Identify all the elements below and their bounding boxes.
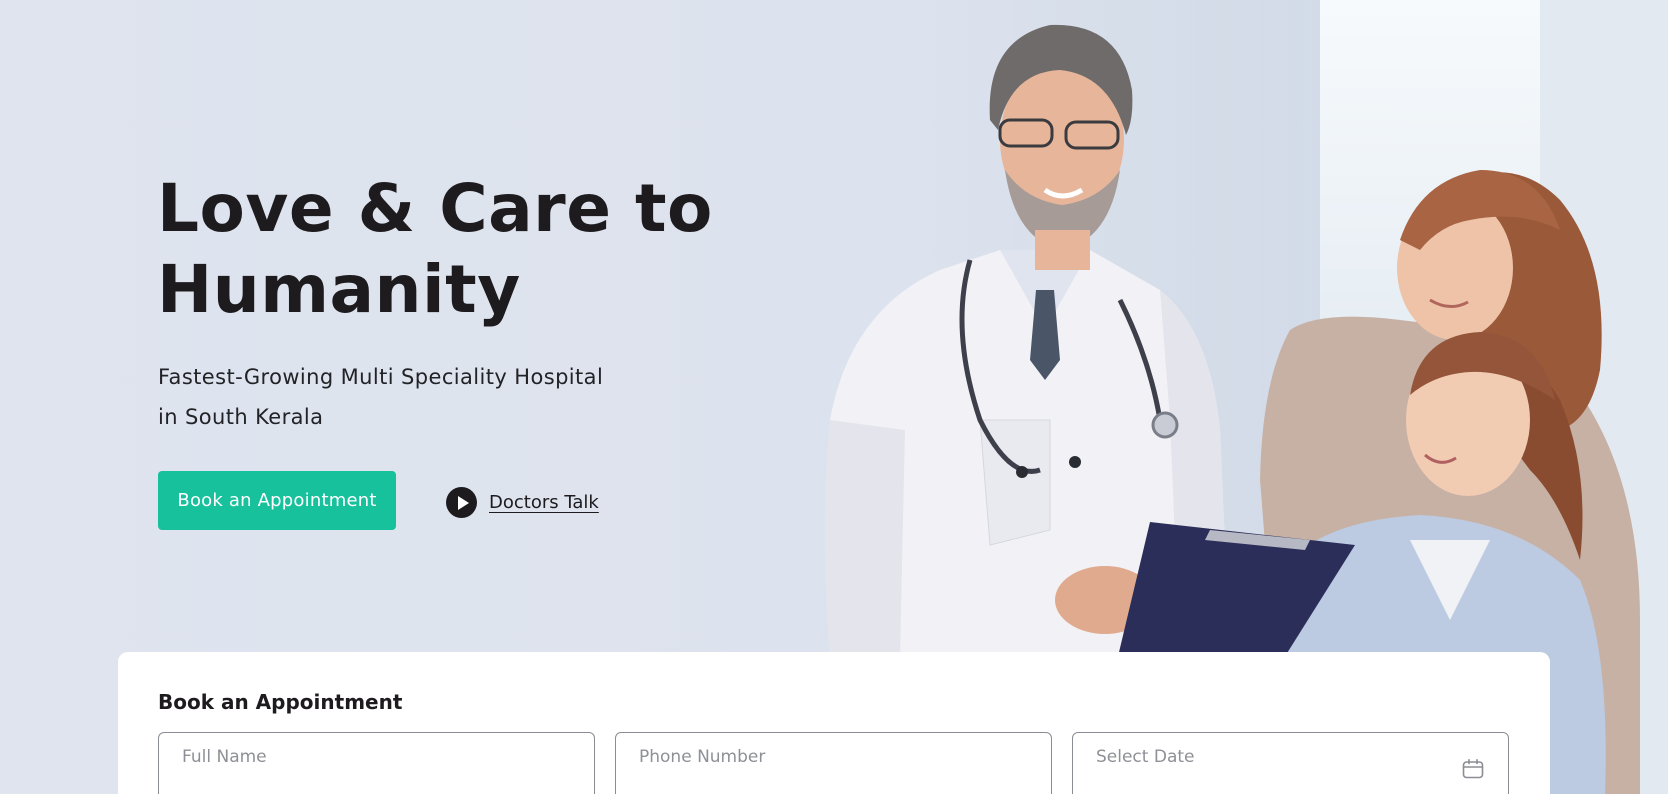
date-field-wrapper <box>1072 732 1509 794</box>
calendar-icon[interactable] <box>1462 759 1484 779</box>
doctors-talk-link[interactable]: Doctors Talk <box>446 486 599 518</box>
page-headline: Love & Care to Humanity <box>157 170 713 328</box>
doctors-talk-label[interactable]: Doctors Talk <box>489 492 599 513</box>
book-appointment-button[interactable]: Book an Appointment <box>158 471 396 530</box>
hero-section: Love & Care to Humanity Fastest-Growing … <box>0 0 1668 794</box>
booking-form-title: Book an Appointment <box>158 690 403 714</box>
full-name-input[interactable] <box>159 733 594 794</box>
phone-number-input[interactable] <box>616 733 1051 794</box>
phone-number-field-wrapper <box>615 732 1052 794</box>
play-icon[interactable] <box>446 486 477 518</box>
date-input[interactable] <box>1073 733 1508 794</box>
hero-subheading: Fastest-Growing Multi Speciality Hospita… <box>158 365 604 429</box>
booking-form-card: Book an Appointment <box>118 652 1550 794</box>
full-name-field-wrapper <box>158 732 595 794</box>
